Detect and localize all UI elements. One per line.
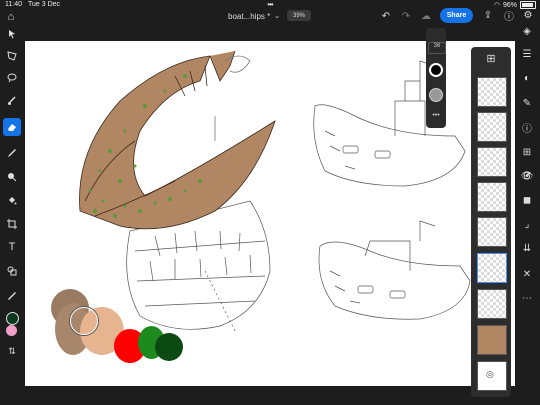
eraser-icon — [8, 124, 16, 131]
pencil-icon — [8, 149, 16, 157]
layers-panel: ⊞ ◎ — [471, 47, 511, 397]
brush-cursor — [70, 307, 98, 335]
share-button[interactable]: Share — [440, 8, 473, 23]
primary-color-swatch[interactable] — [6, 312, 19, 325]
layer-thumbnail[interactable] — [477, 147, 507, 177]
visibility-eye-icon[interactable]: 👁 — [521, 170, 534, 182]
lasso-tool[interactable] — [3, 69, 21, 87]
paint-bucket-icon — [9, 197, 17, 205]
layers-panel-icon[interactable]: ◈ — [521, 25, 533, 37]
brush-icon — [8, 96, 16, 105]
more-options-icon[interactable]: ⋯ — [521, 292, 533, 304]
add-layer-button[interactable]: ⊞ — [484, 51, 498, 65]
zoom-level[interactable]: 39% — [287, 10, 311, 21]
right-toolbar: ◈ ☰ ◐ ✎ ⓘ ⊞ ↺ 👁 ◼ ⌟ ⇊ ✕ ⋯ — [514, 22, 540, 405]
battery-icon — [520, 1, 536, 9]
opacity-swatch[interactable] — [429, 88, 443, 102]
status-right: ◠ 96% — [494, 1, 536, 9]
cursor-icon — [9, 30, 15, 39]
current-color-swatch[interactable] — [429, 63, 443, 77]
transform-tool[interactable] — [3, 47, 21, 65]
palette-swatch-dark-green — [155, 333, 183, 361]
secondary-color-swatch[interactable] — [6, 325, 17, 336]
select-tool[interactable] — [3, 25, 21, 43]
brush-settings-icon[interactable]: ✎ — [521, 97, 533, 109]
sketched-ship-bottom — [318, 220, 471, 320]
brush-quick-panel: 36 ••• — [426, 28, 446, 128]
merge-icon[interactable]: ⇊ — [521, 242, 533, 254]
crop-icon — [7, 219, 17, 229]
pencil-tool[interactable] — [3, 144, 21, 162]
redo-icon[interactable]: ↷ — [400, 10, 412, 22]
eye-icon: ◎ — [486, 369, 494, 379]
transform-icon — [7, 51, 17, 61]
help-icon[interactable]: ⓘ — [503, 9, 515, 23]
text-tool[interactable]: T — [3, 238, 21, 256]
gear-icon[interactable]: ⚙ — [522, 9, 534, 21]
smudge-icon — [8, 173, 17, 182]
swap-colors-button[interactable]: ⇅ — [3, 342, 21, 360]
adjustments-icon[interactable]: ◐ — [521, 72, 533, 84]
brush-size-value[interactable]: 36 — [428, 42, 446, 54]
layer-thumbnail[interactable] — [477, 182, 507, 212]
layer-thumbnail-selected[interactable] — [477, 253, 507, 283]
info-icon[interactable]: ⓘ — [521, 121, 533, 135]
layer-thumbnail[interactable] — [477, 112, 507, 142]
chevron-down-icon[interactable]: ⌄ — [273, 12, 281, 20]
more-options-icon[interactable]: ••• — [429, 112, 443, 120]
export-icon[interactable]: ⇪ — [482, 9, 494, 21]
mask-icon[interactable]: ◼ — [521, 194, 533, 206]
layer-thumbnail-background[interactable]: ◎ — [477, 361, 507, 391]
swap-arrows-icon: ⇅ — [8, 345, 16, 356]
delete-layer-icon[interactable]: ✕ — [521, 268, 533, 280]
document-title[interactable]: boat...hips * — [228, 12, 270, 21]
layer-thumbnail[interactable] — [477, 77, 507, 107]
eyedropper-icon — [8, 292, 16, 300]
clip-icon[interactable]: ⌟ — [521, 218, 533, 230]
more-dots-icon[interactable]: ••• — [262, 0, 278, 9]
layer-thumbnail[interactable] — [477, 217, 507, 247]
cloud-icon[interactable]: ☁ — [419, 10, 433, 22]
left-toolbar: T ⇅ — [0, 22, 24, 405]
status-time: 11:40 — [5, 1, 22, 8]
lasso-icon — [7, 73, 17, 83]
shapes-icon — [7, 266, 17, 276]
wifi-icon: ◠ — [493, 2, 500, 9]
layer-thumbnail[interactable] — [477, 289, 507, 319]
brush-tool[interactable] — [3, 92, 21, 110]
add-layer-icon[interactable]: ⊞ — [521, 146, 533, 158]
undo-icon[interactable]: ↶ — [380, 10, 392, 22]
eyedropper-tool[interactable] — [3, 287, 21, 305]
layer-thumbnail-boat[interactable] — [477, 325, 507, 355]
fill-tool[interactable] — [3, 192, 21, 210]
status-date: Tue 3 Dec — [28, 1, 61, 8]
eraser-tool[interactable] — [3, 118, 21, 136]
smudge-tool[interactable] — [3, 168, 21, 186]
layer-properties-icon[interactable]: ☰ — [521, 48, 533, 60]
text-icon: T — [8, 241, 16, 253]
shape-tool[interactable] — [3, 262, 21, 280]
crop-tool[interactable] — [3, 215, 21, 233]
